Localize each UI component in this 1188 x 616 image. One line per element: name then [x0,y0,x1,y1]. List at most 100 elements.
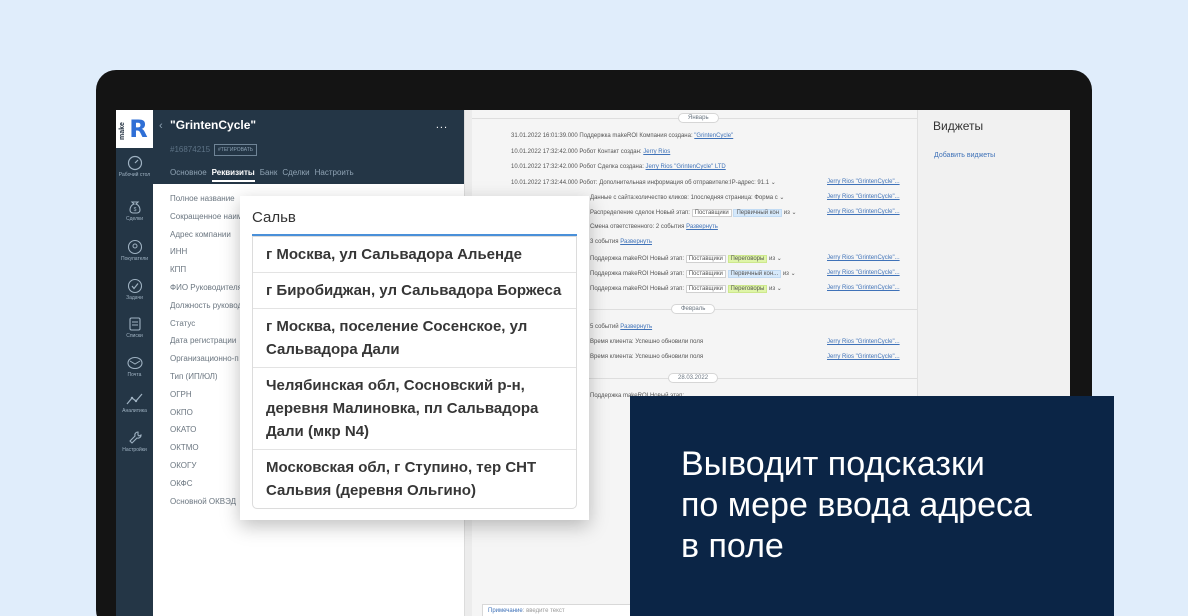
mail-icon [126,356,143,370]
nav-item-mail[interactable]: Почта [116,355,153,378]
company-title: "GrintenCycle" [170,118,257,132]
feed-right-link[interactable]: Jerry Rios "GrintenCycle"... [827,194,900,200]
tab-main[interactable]: Основное [170,168,207,182]
nav-item-settings[interactable]: Настройки [116,430,153,453]
feed-link[interactable]: "GrintenCycle" [694,133,733,139]
company-id: #16874215 [170,145,211,154]
nav-item-customers[interactable]: Покупатели [116,239,153,262]
tab-requisites[interactable]: Реквизиты [211,168,255,182]
tab-deals[interactable]: Сделки [282,168,309,182]
tab-configure[interactable]: Настроить [315,168,354,182]
nav-label: Почта [127,372,142,378]
card-header: ‹ "GrintenCycle" ... #16874215 #ТЕГИРОВА… [153,110,464,184]
note-label[interactable]: Примечание [488,608,523,614]
back-chevron-icon[interactable]: ‹ [159,120,163,132]
left-nav: make R Рабочий стол $ Сделки Покупатели … [116,110,153,616]
feed-event: Поддержка makeROI Новый этап: Поставщики… [590,270,796,278]
nav-item-lists[interactable]: Списки [116,316,153,339]
stage-badge: Переговоры [727,285,768,293]
field-label: ФИО Руководителя [170,282,242,292]
feed-right-link[interactable]: Jerry Rios "GrintenCycle"... [827,354,900,360]
tag-button[interactable]: #ТЕГИРОВАТЬ [214,144,258,156]
field-label: ОКОГУ [170,460,197,470]
suggestion-item[interactable]: г Москва, ул Сальвадора Альенде [253,237,576,272]
feed-event: Время клиента: Успешно обновили поля [590,354,704,360]
field-label: КПП [170,265,187,275]
feed-event: 10.01.2022 17:32:42.000 Робот Контакт со… [511,149,671,155]
stage-badge: Первичный кон... [727,270,782,278]
expand-link[interactable]: Развернуть [686,224,718,230]
field-label: Дата регистрации [170,336,237,346]
field-label: Должность руковод [170,300,243,310]
promo-line: Выводит подсказки [681,445,985,483]
feed-right-link[interactable]: Jerry Rios "GrintenCycle"... [827,339,900,345]
more-menu-button[interactable]: ... [436,119,448,131]
field-label: ОГРН [170,389,192,399]
feed-right-link[interactable]: Jerry Rios "GrintenCycle"... [827,179,900,185]
stage-badge: Поставщики [685,285,726,293]
card-tabs: Основное Реквизиты Банк Сделки Настроить [170,168,354,182]
feed-link[interactable]: Jerry Rios "GrintenCycle" LTD [646,164,726,170]
feed-event: 5 событий Развернуть [590,324,653,330]
note-placeholder: : введите текст [522,608,565,614]
nav-item-tasks[interactable]: Задачи [116,278,153,301]
add-widgets-link[interactable]: Добавить виджеты [934,152,995,159]
stage-badge: Поставщики [691,209,732,217]
stage-badge: Переговоры [727,255,768,263]
field-label: ОКТМО [170,443,199,453]
tab-bank[interactable]: Банк [260,168,278,182]
requisites-fields: Полное название Сокращенное наим Адрес к… [170,194,242,514]
stage-badge: Поставщики [685,255,726,263]
nav-label: Рабочий стол [118,172,151,178]
app-logo[interactable]: make R [116,110,153,148]
feed-event: 31.01.2022 16:01:39.000 Поддержка makeRO… [511,133,734,139]
promo-line: в поле [681,527,784,565]
address-suggest-popup: Сальв г Москва, ул Сальвадора Альенде г … [240,196,589,520]
date-pill: 28.03.2022 [668,373,719,383]
field-label: Адрес компании [170,229,231,239]
feed-right-link[interactable]: Jerry Rios "GrintenCycle"... [827,270,900,276]
feed-right-link[interactable]: Jerry Rios "GrintenCycle"... [827,285,900,291]
widgets-title: Виджеты [933,119,984,133]
feed-event: Смена ответственного: 2 события Разверну… [590,224,718,230]
field-label: ОКПО [170,407,193,417]
stage-badge: Поставщики [685,270,726,278]
field-label: ИНН [170,247,188,257]
field-label: Основной ОКВЭД [170,496,237,506]
tasks-check-icon [127,278,142,294]
suggestion-item[interactable]: Челябинская обл, Сосновский р-н, деревня… [253,367,576,449]
suggestion-list: г Москва, ул Сальвадора Альенде г Бироби… [252,236,577,509]
feed-event: Данные с сайта:количество кликов: 1после… [590,195,785,201]
feed-right-link[interactable]: Jerry Rios "GrintenCycle"... [827,255,900,261]
field-label: Полное название [170,194,235,203]
dashboard-icon [127,155,142,171]
expand-link[interactable]: Развернуть [620,324,652,330]
feed-right-link[interactable]: Jerry Rios "GrintenCycle"... [827,209,900,215]
suggestion-item[interactable]: г Биробиджан, ул Сальвадора Боржеса [253,272,576,308]
promo-overlay: Выводит подсказки по мере ввода адреса в… [630,396,1114,616]
address-input[interactable]: Сальв [252,209,296,226]
money-bag-icon: $ [128,201,141,214]
analytics-icon [126,393,142,405]
suggestion-item[interactable]: г Москва, поселение Сосенское, ул Сальва… [253,308,576,367]
field-label: ОКФС [170,478,193,488]
logo-make-text: make [119,122,126,140]
month-pill: Январь [678,113,719,123]
field-label: Организационно-п [170,354,239,364]
promo-text: Выводит подсказки по мере ввода адреса в… [681,444,1032,567]
customers-icon [127,239,142,255]
nav-item-dashboard[interactable]: Рабочий стол [116,155,153,178]
field-label: Сокращенное наим [170,211,243,221]
logo-letter: R [129,115,148,143]
suggestion-item[interactable]: Московская обл, г Ступино, тер СНТ Сальв… [253,449,576,508]
nav-label: Настройки [122,447,147,453]
nav-item-analytics[interactable]: Аналитика [116,391,153,414]
feed-event: Время клиента: Успешно обновили поля [590,339,704,345]
expand-link[interactable]: Развернуть [620,239,652,245]
stage-badge: Первичный кон [733,209,783,217]
field-label: ОКАТО [170,425,197,435]
feed-link[interactable]: Jerry Rios [643,149,670,155]
nav-item-deals[interactable]: $ Сделки [116,199,153,222]
nav-label: Покупатели [120,256,149,262]
feed-event: Распределение сделок Новый этап: Поставщ… [590,209,797,217]
